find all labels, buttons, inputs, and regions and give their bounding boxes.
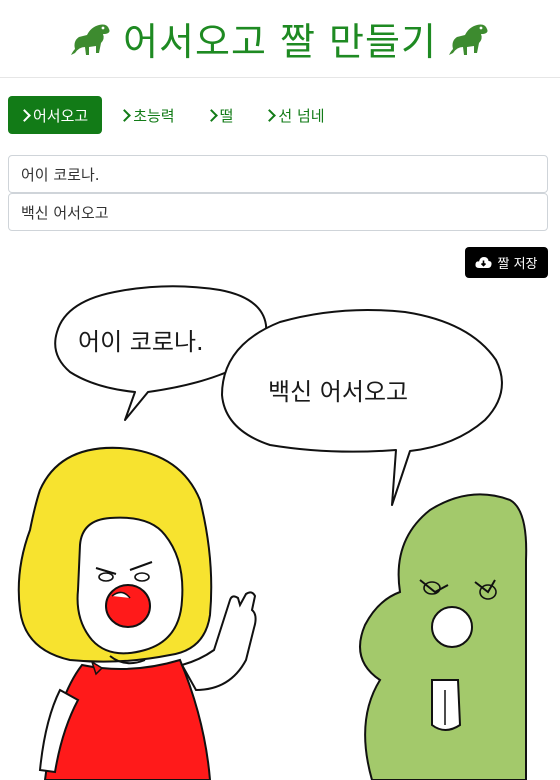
tab-label: 떨 — [219, 106, 234, 125]
tab-label: 선 넘네 — [278, 106, 325, 125]
tab-tremble[interactable]: 떨 — [195, 96, 248, 134]
speech-bubble-right — [221, 309, 503, 506]
line1-input[interactable] — [8, 155, 548, 193]
tab-label: 어서오고 — [33, 106, 89, 125]
save-button-label: 짤 저장 — [497, 257, 538, 272]
tab-cross-line[interactable]: 선 넘네 — [253, 96, 338, 134]
page-title: 어서오고 짤 만들기 — [69, 11, 491, 66]
line2-input[interactable] — [8, 193, 548, 231]
girl-character — [17, 446, 257, 780]
save-image-button[interactable]: 짤 저장 — [465, 247, 548, 278]
dinosaur-icon — [448, 24, 488, 55]
header: 어서오고 짤 만들기 — [0, 0, 560, 78]
chevron-right-icon — [263, 108, 277, 122]
dinosaur-icon — [71, 24, 110, 55]
chevron-right-icon — [18, 108, 31, 122]
speech-bubble-text-left: 어이 코로나. — [78, 328, 204, 356]
speech-bubble-text-right: 백신 어서오고 — [268, 378, 409, 406]
title-text: 어서오고 짤 만들기 — [123, 20, 437, 64]
tab-welcome[interactable]: 어서오고 — [8, 96, 103, 134]
chevron-right-icon — [204, 108, 218, 122]
cloud-download-icon — [475, 257, 493, 268]
chevron-right-icon — [118, 108, 132, 122]
tab-superpower[interactable]: 초능력 — [108, 96, 188, 134]
dino-character — [359, 493, 528, 780]
tab-bar: 어서오고 초능력 떨 선 넘네 — [8, 96, 339, 134]
tab-label: 초능력 — [133, 106, 175, 125]
